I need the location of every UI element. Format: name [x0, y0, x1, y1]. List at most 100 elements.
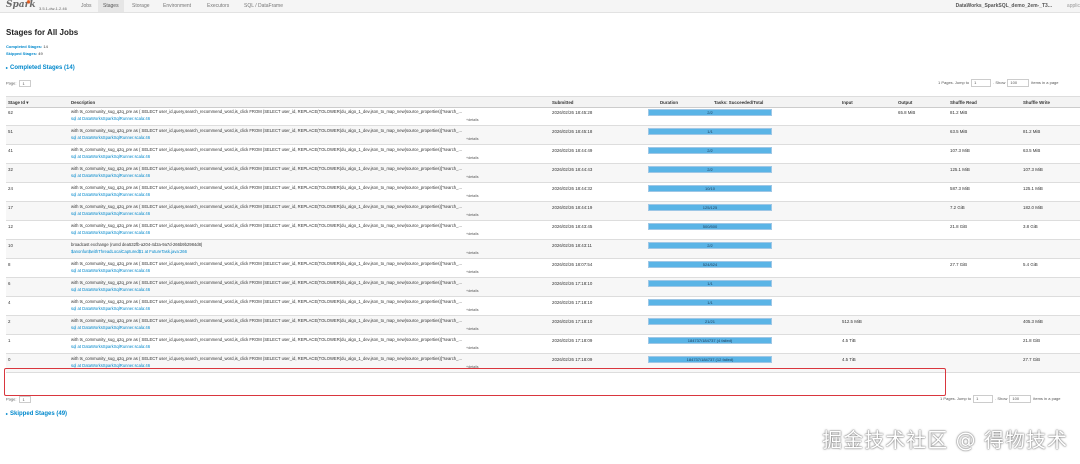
col-duration[interactable]: Duration	[660, 100, 678, 105]
col-shuffle-write[interactable]: Shuffle Write	[1023, 100, 1050, 105]
stage-shuffle-write: 81.2 MiB	[1023, 129, 1041, 134]
stage-source-link[interactable]: sql at DataWorksSparkSqlRunner.scala:46	[71, 344, 150, 349]
page-label-bottom: Page:	[6, 396, 17, 402]
page-title: Stages for All Jobs	[6, 28, 79, 37]
stage-shuffle-write: 125.1 MiB	[1023, 186, 1043, 191]
tab-storage[interactable]: Storage	[127, 0, 155, 12]
tab-stages[interactable]: Stages	[98, 0, 124, 12]
col-submitted[interactable]: Submitted	[552, 100, 573, 105]
details-toggle[interactable]: +details	[466, 175, 479, 179]
col-input[interactable]: Input	[842, 100, 853, 105]
stage-source-link[interactable]: $anonfun$withThreadLocalCaptured$1 at Fu…	[71, 249, 187, 254]
stage-shuffle-read: 21.8 GiB	[950, 224, 968, 229]
col-shuffle-read[interactable]: Shuffle Read	[950, 100, 977, 105]
stage-shuffle-read: 587.3 MiB	[950, 186, 970, 191]
stage-submitted: 2026/02/26 18:44:19	[552, 205, 593, 210]
stage-source-link[interactable]: sql at DataWorksSparkSqlRunner.scala:46	[71, 287, 150, 292]
tasks-progress-bar: 2/2	[648, 242, 772, 249]
stage-source-link[interactable]: sql at DataWorksSparkSqlRunner.scala:46	[71, 306, 150, 311]
stage-submitted: 2026/02/26 17:18:10	[552, 319, 593, 324]
table-row: 10 broadcast exchange (runId dea532fb-a20…	[6, 240, 1080, 259]
details-toggle[interactable]: +details	[466, 118, 479, 122]
tasks-progress-bar: 125/125	[648, 204, 772, 211]
stage-input: 4.5 TiB	[842, 357, 856, 362]
tasks-progress-bar: 1/1	[648, 128, 772, 135]
details-toggle[interactable]: +details	[466, 308, 479, 312]
tasks-progress-label: 2/2	[707, 243, 713, 248]
expand-arrow-icon: ▸	[6, 411, 9, 416]
details-toggle[interactable]: +details	[466, 346, 479, 350]
page-number-link-bottom[interactable]: 1	[19, 396, 32, 403]
tasks-progress-label: 524/524	[702, 262, 718, 267]
stage-source-link[interactable]: sql at DataWorksSparkSqlRunner.scala:46	[71, 116, 150, 121]
stage-description: with ts_community_sug_q2q_pre as ( SELEC…	[71, 318, 462, 323]
stage-id: 41	[8, 148, 13, 153]
tasks-progress-bar: 2/2	[648, 147, 772, 154]
details-toggle[interactable]: +details	[466, 194, 479, 198]
tab-environment[interactable]: Environment	[158, 0, 196, 12]
stage-source-link[interactable]: sql at DataWorksSparkSqlRunner.scala:46	[71, 211, 150, 216]
stage-shuffle-read: 7.2 GiB	[950, 205, 965, 210]
summary-completed: Completed Stages: 14	[6, 44, 48, 49]
col-description[interactable]: Description	[71, 100, 95, 105]
app-name: DataWorks_SparkSQL_demo_2em-_T3...	[955, 3, 1052, 9]
table-row: 12 with ts_community_sug_q2q_pre as ( SEL…	[6, 221, 1080, 240]
jump-to-input-bottom[interactable]: 1	[973, 395, 994, 403]
details-toggle[interactable]: +details	[466, 213, 479, 217]
skipped-stages-toggle[interactable]: ▸ Skipped Stages (49)	[6, 411, 67, 417]
stage-id: 24	[8, 186, 13, 191]
top-navbar: Spark ✸ 3.5.1-dw-1.2.46 Jobs Stages Stor…	[0, 0, 1080, 13]
tasks-progress-label: 1/1	[707, 129, 713, 134]
watermark: 掘金技术社区 @ 得物技术	[822, 428, 1068, 452]
stage-source-link[interactable]: sql at DataWorksSparkSqlRunner.scala:46	[71, 154, 150, 159]
stage-description: with ts_community_sug_q2q_pre as ( SELEC…	[71, 261, 462, 266]
spark-star-icon: ✸	[26, 0, 32, 6]
col-stage-id[interactable]: Stage Id ▾	[8, 100, 29, 106]
details-toggle[interactable]: +details	[466, 251, 479, 255]
tab-jobs[interactable]: Jobs	[76, 0, 97, 12]
details-toggle[interactable]: +details	[466, 327, 479, 331]
spark-logo[interactable]: Spark ✸	[6, 0, 36, 13]
tasks-progress-bar: 184737/184737 (12 failed)	[648, 356, 772, 363]
stage-id: 6	[8, 281, 11, 286]
col-output[interactable]: Output	[898, 100, 912, 105]
stage-shuffle-write: 107.3 MiB	[1023, 167, 1043, 172]
details-toggle[interactable]: +details	[466, 156, 479, 160]
page-number-link[interactable]: 1	[19, 80, 32, 87]
stage-description: with ts_community_sug_q2q_pre as ( SELEC…	[71, 166, 462, 171]
stage-description: with ts_community_sug_q2q_pre as ( SELEC…	[71, 280, 462, 285]
table-row: 1 with ts_community_sug_q2q_pre as ( SELE…	[6, 335, 1080, 354]
col-tasks[interactable]: Tasks: Succeeded/Total	[714, 100, 763, 105]
stage-source-link[interactable]: sql at DataWorksSparkSqlRunner.scala:46	[71, 325, 150, 330]
tab-sql-dataframe[interactable]: SQL / DataFrame	[239, 0, 288, 12]
details-toggle[interactable]: +details	[466, 270, 479, 274]
jump-to-input[interactable]: 1	[971, 79, 992, 87]
completed-stages-toggle[interactable]: ▸ Completed Stages (14)	[6, 65, 75, 71]
spark-version: 3.5.1-dw-1.2.46	[39, 6, 67, 11]
details-toggle[interactable]: +details	[466, 289, 479, 293]
stage-shuffle-read: 27.7 GiB	[950, 262, 968, 267]
tasks-progress-label: 184737/184737 (4 failed)	[687, 338, 733, 343]
stage-source-link[interactable]: sql at DataWorksSparkSqlRunner.scala:46	[71, 230, 150, 235]
summary-completed-link[interactable]: Completed Stages:	[6, 44, 42, 49]
summary-skipped-value: 49	[38, 51, 43, 56]
stage-source-link[interactable]: sql at DataWorksSparkSqlRunner.scala:46	[71, 173, 150, 178]
stage-description: with ts_community_sug_q2q_pre as ( SELEC…	[71, 128, 462, 133]
page-size-input-bottom[interactable]: 100	[1009, 395, 1032, 403]
stage-source-link[interactable]: sql at DataWorksSparkSqlRunner.scala:46	[71, 192, 150, 197]
summary-skipped-link[interactable]: Skipped Stages:	[6, 51, 37, 56]
summary-completed-value: 14	[43, 44, 48, 49]
details-toggle[interactable]: +details	[466, 232, 479, 236]
stage-submitted: 2026/02/26 17:18:10	[552, 300, 593, 305]
stage-shuffle-write: 405.3 MiB	[1023, 319, 1043, 324]
page-size-input[interactable]: 100	[1007, 79, 1030, 87]
table-row: 4 with ts_community_sug_q2q_pre as ( SELE…	[6, 297, 1080, 316]
stage-id: 62	[8, 110, 13, 115]
details-toggle[interactable]: +details	[466, 137, 479, 141]
stage-description: with ts_community_sug_q2q_pre as ( SELEC…	[71, 299, 462, 304]
stage-source-link[interactable]: sql at DataWorksSparkSqlRunner.scala:46	[71, 268, 150, 273]
stage-source-link[interactable]: sql at DataWorksSparkSqlRunner.scala:46	[71, 135, 150, 140]
tab-executors[interactable]: Executors	[202, 0, 234, 12]
stage-description: with ts_community_sug_q2q_pre as ( SELEC…	[71, 223, 462, 228]
stage-submitted: 2026/02/26 18:45:28	[552, 110, 593, 115]
